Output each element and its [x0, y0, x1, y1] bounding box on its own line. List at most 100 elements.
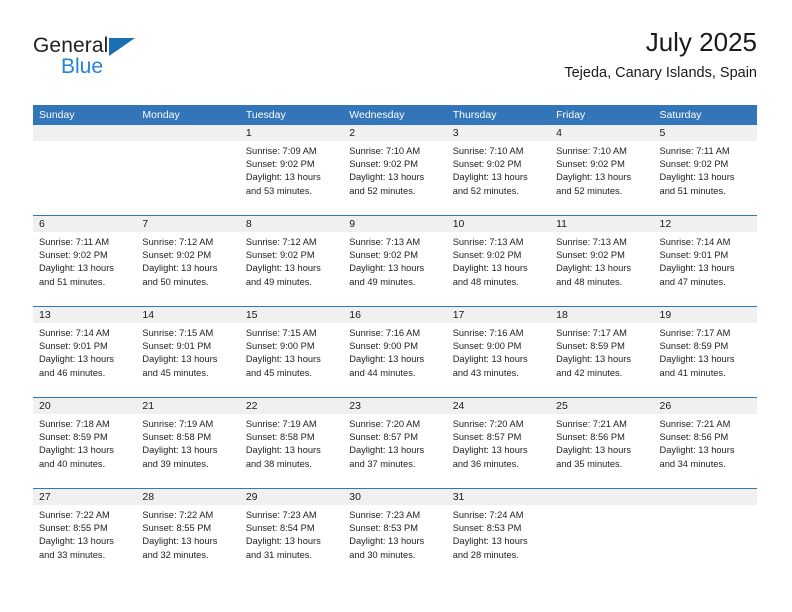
- day-detail-line: and 48 minutes.: [452, 276, 519, 287]
- day-detail-line: Daylight: 13 hours: [349, 536, 425, 547]
- day-number-empty: [654, 489, 757, 505]
- day-cell[interactable]: Sunrise: 7:12 AM Sunset: 9:02 PM Daylight:…: [240, 232, 343, 306]
- calendar-grid: Sunday Monday Tuesday Wednesday Thursday Frid…: [33, 105, 757, 579]
- day-cell[interactable]: Sunrise: 7:17 AM Sunset: 8:59 PM Daylight:…: [654, 323, 757, 397]
- day-number[interactable]: 4: [550, 125, 653, 141]
- day-number[interactable]: 29: [240, 489, 343, 505]
- day-detail-line: and 50 minutes.: [142, 276, 209, 287]
- day-cell[interactable]: Sunrise: 7:19 AM Sunset: 8:58 PM Daylight:…: [136, 414, 239, 488]
- day-detail-line: and 51 minutes.: [39, 276, 106, 287]
- day-number[interactable]: 21: [136, 398, 239, 414]
- day-detail-line: Daylight: 13 hours: [142, 263, 218, 274]
- day-cell[interactable]: Sunrise: 7:15 AM Sunset: 9:01 PM Daylight:…: [136, 323, 239, 397]
- day-number[interactable]: 23: [343, 398, 446, 414]
- day-detail-line: Sunset: 9:01 PM: [142, 341, 212, 352]
- day-cell-empty: [33, 141, 136, 215]
- day-detail-line: and 51 minutes.: [659, 185, 726, 196]
- triangle-icon: [109, 38, 135, 56]
- day-detail-line: Sunrise: 7:20 AM: [349, 419, 421, 429]
- day-detail-line: Daylight: 13 hours: [39, 263, 114, 274]
- day-detail-line: Sunrise: 7:14 AM: [39, 328, 110, 338]
- day-detail-line: Sunset: 9:02 PM: [659, 159, 729, 170]
- day-detail-line: Daylight: 13 hours: [39, 354, 114, 365]
- day-cell[interactable]: Sunrise: 7:13 AM Sunset: 9:02 PM Daylight:…: [550, 232, 653, 306]
- day-cell[interactable]: Sunrise: 7:19 AM Sunset: 8:58 PM Daylight:…: [240, 414, 343, 488]
- day-detail-line: and 41 minutes.: [659, 367, 726, 378]
- day-number[interactable]: 26: [654, 398, 757, 414]
- day-detail-line: Daylight: 13 hours: [452, 536, 528, 547]
- weekday-header-thursday: Thursday: [452, 109, 497, 121]
- day-cell[interactable]: Sunrise: 7:15 AM Sunset: 9:00 PM Daylight:…: [240, 323, 343, 397]
- day-cell[interactable]: Sunrise: 7:09 AM Sunset: 9:02 PM Daylight:…: [240, 141, 343, 215]
- day-cell[interactable]: Sunrise: 7:12 AM Sunset: 9:02 PM Daylight:…: [136, 232, 239, 306]
- day-number[interactable]: 17: [447, 307, 550, 323]
- day-number[interactable]: 5: [654, 125, 757, 141]
- day-cell[interactable]: Sunrise: 7:21 AM Sunset: 8:56 PM Daylight:…: [550, 414, 653, 488]
- day-detail-line: Sunset: 9:02 PM: [452, 159, 522, 170]
- day-number[interactable]: 14: [136, 307, 239, 323]
- day-number-band: 13 14 15 16 17 18 19: [33, 307, 757, 323]
- day-number[interactable]: 24: [447, 398, 550, 414]
- day-cell[interactable]: Sunrise: 7:22 AM Sunset: 8:55 PM Daylight:…: [33, 505, 136, 579]
- day-cell[interactable]: Sunrise: 7:18 AM Sunset: 8:59 PM Daylight:…: [33, 414, 136, 488]
- day-number[interactable]: 12: [654, 216, 757, 232]
- day-detail-line: Daylight: 13 hours: [556, 172, 632, 183]
- day-number[interactable]: 28: [136, 489, 239, 505]
- day-detail-line: Sunset: 8:55 PM: [39, 523, 108, 534]
- day-number[interactable]: 10: [447, 216, 550, 232]
- day-cell[interactable]: Sunrise: 7:10 AM Sunset: 9:02 PM Daylight:…: [447, 141, 550, 215]
- day-number[interactable]: 9: [343, 216, 446, 232]
- day-number[interactable]: 30: [343, 489, 446, 505]
- day-number[interactable]: 13: [33, 307, 136, 323]
- day-detail-line: Sunrise: 7:12 AM: [245, 237, 317, 247]
- day-number[interactable]: 31: [447, 489, 550, 505]
- weekday-header-saturday: Saturday: [659, 109, 702, 121]
- day-cell[interactable]: Sunrise: 7:11 AM Sunset: 9:02 PM Daylight:…: [33, 232, 136, 306]
- day-cell[interactable]: Sunrise: 7:14 AM Sunset: 9:01 PM Daylight:…: [33, 323, 136, 397]
- day-cell[interactable]: Sunrise: 7:10 AM Sunset: 9:02 PM Daylight:…: [550, 141, 653, 215]
- general-blue-logo[interactable]: General Blue: [33, 34, 233, 90]
- day-detail-line: and 37 minutes.: [349, 458, 416, 469]
- day-cell[interactable]: Sunrise: 7:13 AM Sunset: 9:02 PM Daylight:…: [447, 232, 550, 306]
- day-cell-empty: [654, 505, 757, 579]
- day-number[interactable]: 20: [33, 398, 136, 414]
- day-number[interactable]: 18: [550, 307, 653, 323]
- day-detail-line: and 47 minutes.: [659, 276, 726, 287]
- day-cell[interactable]: Sunrise: 7:23 AM Sunset: 8:54 PM Daylight:…: [240, 505, 343, 579]
- day-detail-line: Daylight: 13 hours: [659, 445, 735, 456]
- day-number[interactable]: 1: [240, 125, 343, 141]
- day-number[interactable]: 27: [33, 489, 136, 505]
- day-number[interactable]: 8: [240, 216, 343, 232]
- day-number[interactable]: 16: [343, 307, 446, 323]
- day-number[interactable]: 2: [343, 125, 446, 141]
- day-cell[interactable]: Sunrise: 7:23 AM Sunset: 8:53 PM Daylight:…: [343, 505, 446, 579]
- day-detail-line: and 53 minutes.: [245, 185, 312, 196]
- day-number[interactable]: 3: [447, 125, 550, 141]
- day-number[interactable]: 15: [240, 307, 343, 323]
- day-detail-line: Daylight: 13 hours: [659, 172, 735, 183]
- day-cell[interactable]: Sunrise: 7:22 AM Sunset: 8:55 PM Daylight:…: [136, 505, 239, 579]
- day-cell[interactable]: Sunrise: 7:16 AM Sunset: 9:00 PM Daylight:…: [447, 323, 550, 397]
- day-cell[interactable]: Sunrise: 7:13 AM Sunset: 9:02 PM Daylight:…: [343, 232, 446, 306]
- day-cell[interactable]: Sunrise: 7:20 AM Sunset: 8:57 PM Daylight:…: [447, 414, 550, 488]
- day-number[interactable]: 11: [550, 216, 653, 232]
- day-detail-line: and 40 minutes.: [39, 458, 106, 469]
- day-cell[interactable]: Sunrise: 7:14 AM Sunset: 9:01 PM Daylight:…: [654, 232, 757, 306]
- day-cell[interactable]: Sunrise: 7:21 AM Sunset: 8:56 PM Daylight:…: [654, 414, 757, 488]
- day-cell[interactable]: Sunrise: 7:24 AM Sunset: 8:53 PM Daylight:…: [447, 505, 550, 579]
- day-detail-line: and 35 minutes.: [556, 458, 623, 469]
- weekday-header-wednesday: Wednesday: [349, 109, 405, 121]
- day-number[interactable]: 25: [550, 398, 653, 414]
- day-cell[interactable]: Sunrise: 7:16 AM Sunset: 9:00 PM Daylight:…: [343, 323, 446, 397]
- day-cell[interactable]: Sunrise: 7:20 AM Sunset: 8:57 PM Daylight:…: [343, 414, 446, 488]
- day-detail-line: Daylight: 13 hours: [245, 172, 321, 183]
- day-number[interactable]: 19: [654, 307, 757, 323]
- day-cell[interactable]: Sunrise: 7:17 AM Sunset: 8:59 PM Daylight:…: [550, 323, 653, 397]
- day-detail-line: and 52 minutes.: [452, 185, 519, 196]
- day-cell[interactable]: Sunrise: 7:10 AM Sunset: 9:02 PM Daylight:…: [343, 141, 446, 215]
- day-number[interactable]: 7: [136, 216, 239, 232]
- day-number[interactable]: 6: [33, 216, 136, 232]
- day-number[interactable]: 22: [240, 398, 343, 414]
- day-detail-line: Daylight: 13 hours: [245, 354, 321, 365]
- day-cell[interactable]: Sunrise: 7:11 AM Sunset: 9:02 PM Daylight:…: [654, 141, 757, 215]
